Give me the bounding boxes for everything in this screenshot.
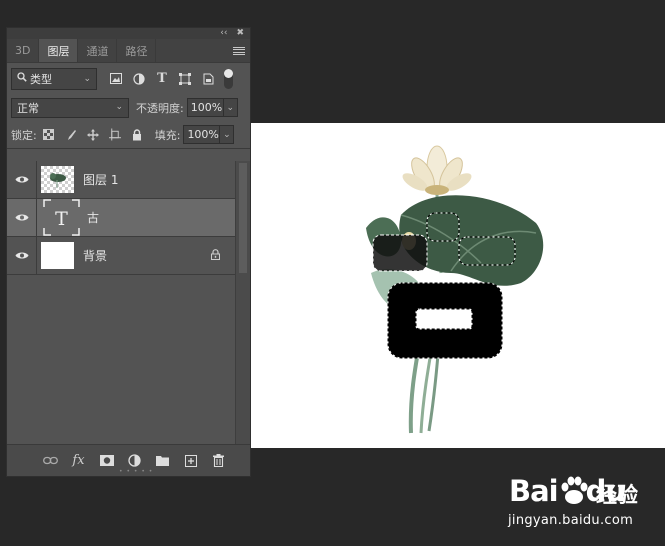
document-canvas[interactable] xyxy=(251,123,665,448)
lock-transparent-pixels-icon[interactable] xyxy=(43,129,55,141)
lock-artboard-icon[interactable] xyxy=(108,128,121,141)
new-group-icon[interactable] xyxy=(155,453,170,468)
tab-channels[interactable]: 通道 xyxy=(78,39,118,62)
opacity-dropdown-icon[interactable]: ⌄ xyxy=(223,98,238,117)
resize-grip[interactable]: • • • • • xyxy=(119,468,153,475)
tab-paths[interactable]: 路径 xyxy=(117,39,157,62)
lock-image-pixels-icon[interactable] xyxy=(65,129,77,141)
fx-icon[interactable]: fx xyxy=(71,453,86,468)
lotus-artwork xyxy=(366,145,544,434)
layers-list: 图层 1 T 古 背景 xyxy=(7,161,235,275)
smart-object-filter-icon[interactable] xyxy=(201,72,215,86)
layer-row-layer1[interactable]: 图层 1 xyxy=(7,161,235,199)
close-panel-icon[interactable]: ✖ xyxy=(236,28,244,39)
lock-row: 锁定: 填充: 100% ⌄ xyxy=(7,121,250,149)
adjustment-layer-icon[interactable] xyxy=(127,453,142,468)
tab-layers[interactable]: 图层 xyxy=(39,39,79,62)
visibility-toggle[interactable] xyxy=(7,237,37,274)
scrollbar-thumb[interactable] xyxy=(239,163,247,273)
layers-panel: ‹‹ ✖ 3D 图层 通道 路径 类型 ⌄ T 正常 ⌄ 不透明度: 100% … xyxy=(6,27,251,477)
layer-filter-select[interactable]: 类型 ⌄ xyxy=(11,67,97,90)
eye-icon xyxy=(15,249,29,263)
watermark-cn: 经验 xyxy=(596,483,638,507)
baidu-jingyan-watermark: Bai du 经验 jingyan.baidu.com xyxy=(503,470,663,540)
filter-toggle[interactable] xyxy=(224,68,233,89)
layer-row-background[interactable]: 背景 xyxy=(7,237,235,275)
fill-input[interactable]: 100% xyxy=(183,125,221,144)
chevron-down-icon: ⌄ xyxy=(83,73,91,84)
layers-scrollbar[interactable] xyxy=(235,161,250,444)
collapse-panel-icon[interactable]: ‹‹ xyxy=(220,28,227,39)
lock-label: 锁定: xyxy=(11,128,37,142)
svg-text:T: T xyxy=(55,208,68,230)
layer-row-text[interactable]: T 古 xyxy=(7,199,235,237)
blend-mode-value: 正常 xyxy=(17,101,39,115)
fill-dropdown-icon[interactable]: ⌄ xyxy=(220,125,235,144)
layer-thumbnail xyxy=(41,242,74,269)
tab-3d[interactable]: 3D xyxy=(7,39,40,62)
fill-label: 填充: xyxy=(154,128,181,142)
eye-icon xyxy=(15,211,29,225)
layer-name: 背景 xyxy=(83,249,108,263)
visibility-toggle[interactable] xyxy=(7,161,37,198)
search-icon xyxy=(17,72,27,85)
blend-mode-select[interactable]: 正常 ⌄ xyxy=(11,97,129,118)
link-layers-icon[interactable] xyxy=(43,453,58,468)
visibility-toggle[interactable] xyxy=(7,199,37,236)
layer-name: 古 xyxy=(87,211,100,225)
panel-menu-icon[interactable] xyxy=(233,45,245,57)
layer-name: 图层 1 xyxy=(83,173,119,187)
adjustment-filter-icon[interactable] xyxy=(132,72,146,86)
lotus-flower xyxy=(402,145,472,195)
eye-icon xyxy=(15,173,29,187)
shape-filter-icon[interactable] xyxy=(178,72,192,86)
lock-position-icon[interactable] xyxy=(86,128,99,141)
new-layer-icon[interactable] xyxy=(183,453,198,468)
panel-bottom-bar: fx • • • • • xyxy=(7,444,250,476)
image-filter-icon[interactable] xyxy=(109,72,123,86)
panel-tabs: 3D 图层 通道 路径 xyxy=(7,39,250,63)
filter-type-label: 类型 xyxy=(30,72,52,86)
lock-all-icon[interactable] xyxy=(131,128,143,141)
chevron-down-icon: ⌄ xyxy=(115,101,123,112)
opacity-label: 不透明度: xyxy=(136,101,184,115)
delete-layer-icon[interactable] xyxy=(211,453,226,468)
watermark-url: jingyan.baidu.com xyxy=(508,513,634,528)
panel-topbar: ‹‹ ✖ xyxy=(7,28,250,39)
opacity-input[interactable]: 100% xyxy=(186,98,224,117)
text-layer-thumbnail: T xyxy=(43,199,80,236)
filter-row: 类型 ⌄ T xyxy=(7,63,250,94)
layer-mask-icon[interactable] xyxy=(99,453,114,468)
paw-icon xyxy=(561,476,588,504)
layer-thumbnail xyxy=(41,166,74,193)
lock-icon[interactable] xyxy=(211,249,220,263)
text-filter-icon[interactable]: T xyxy=(155,71,169,86)
blend-row: 正常 ⌄ 不透明度: 100% ⌄ xyxy=(7,94,250,121)
